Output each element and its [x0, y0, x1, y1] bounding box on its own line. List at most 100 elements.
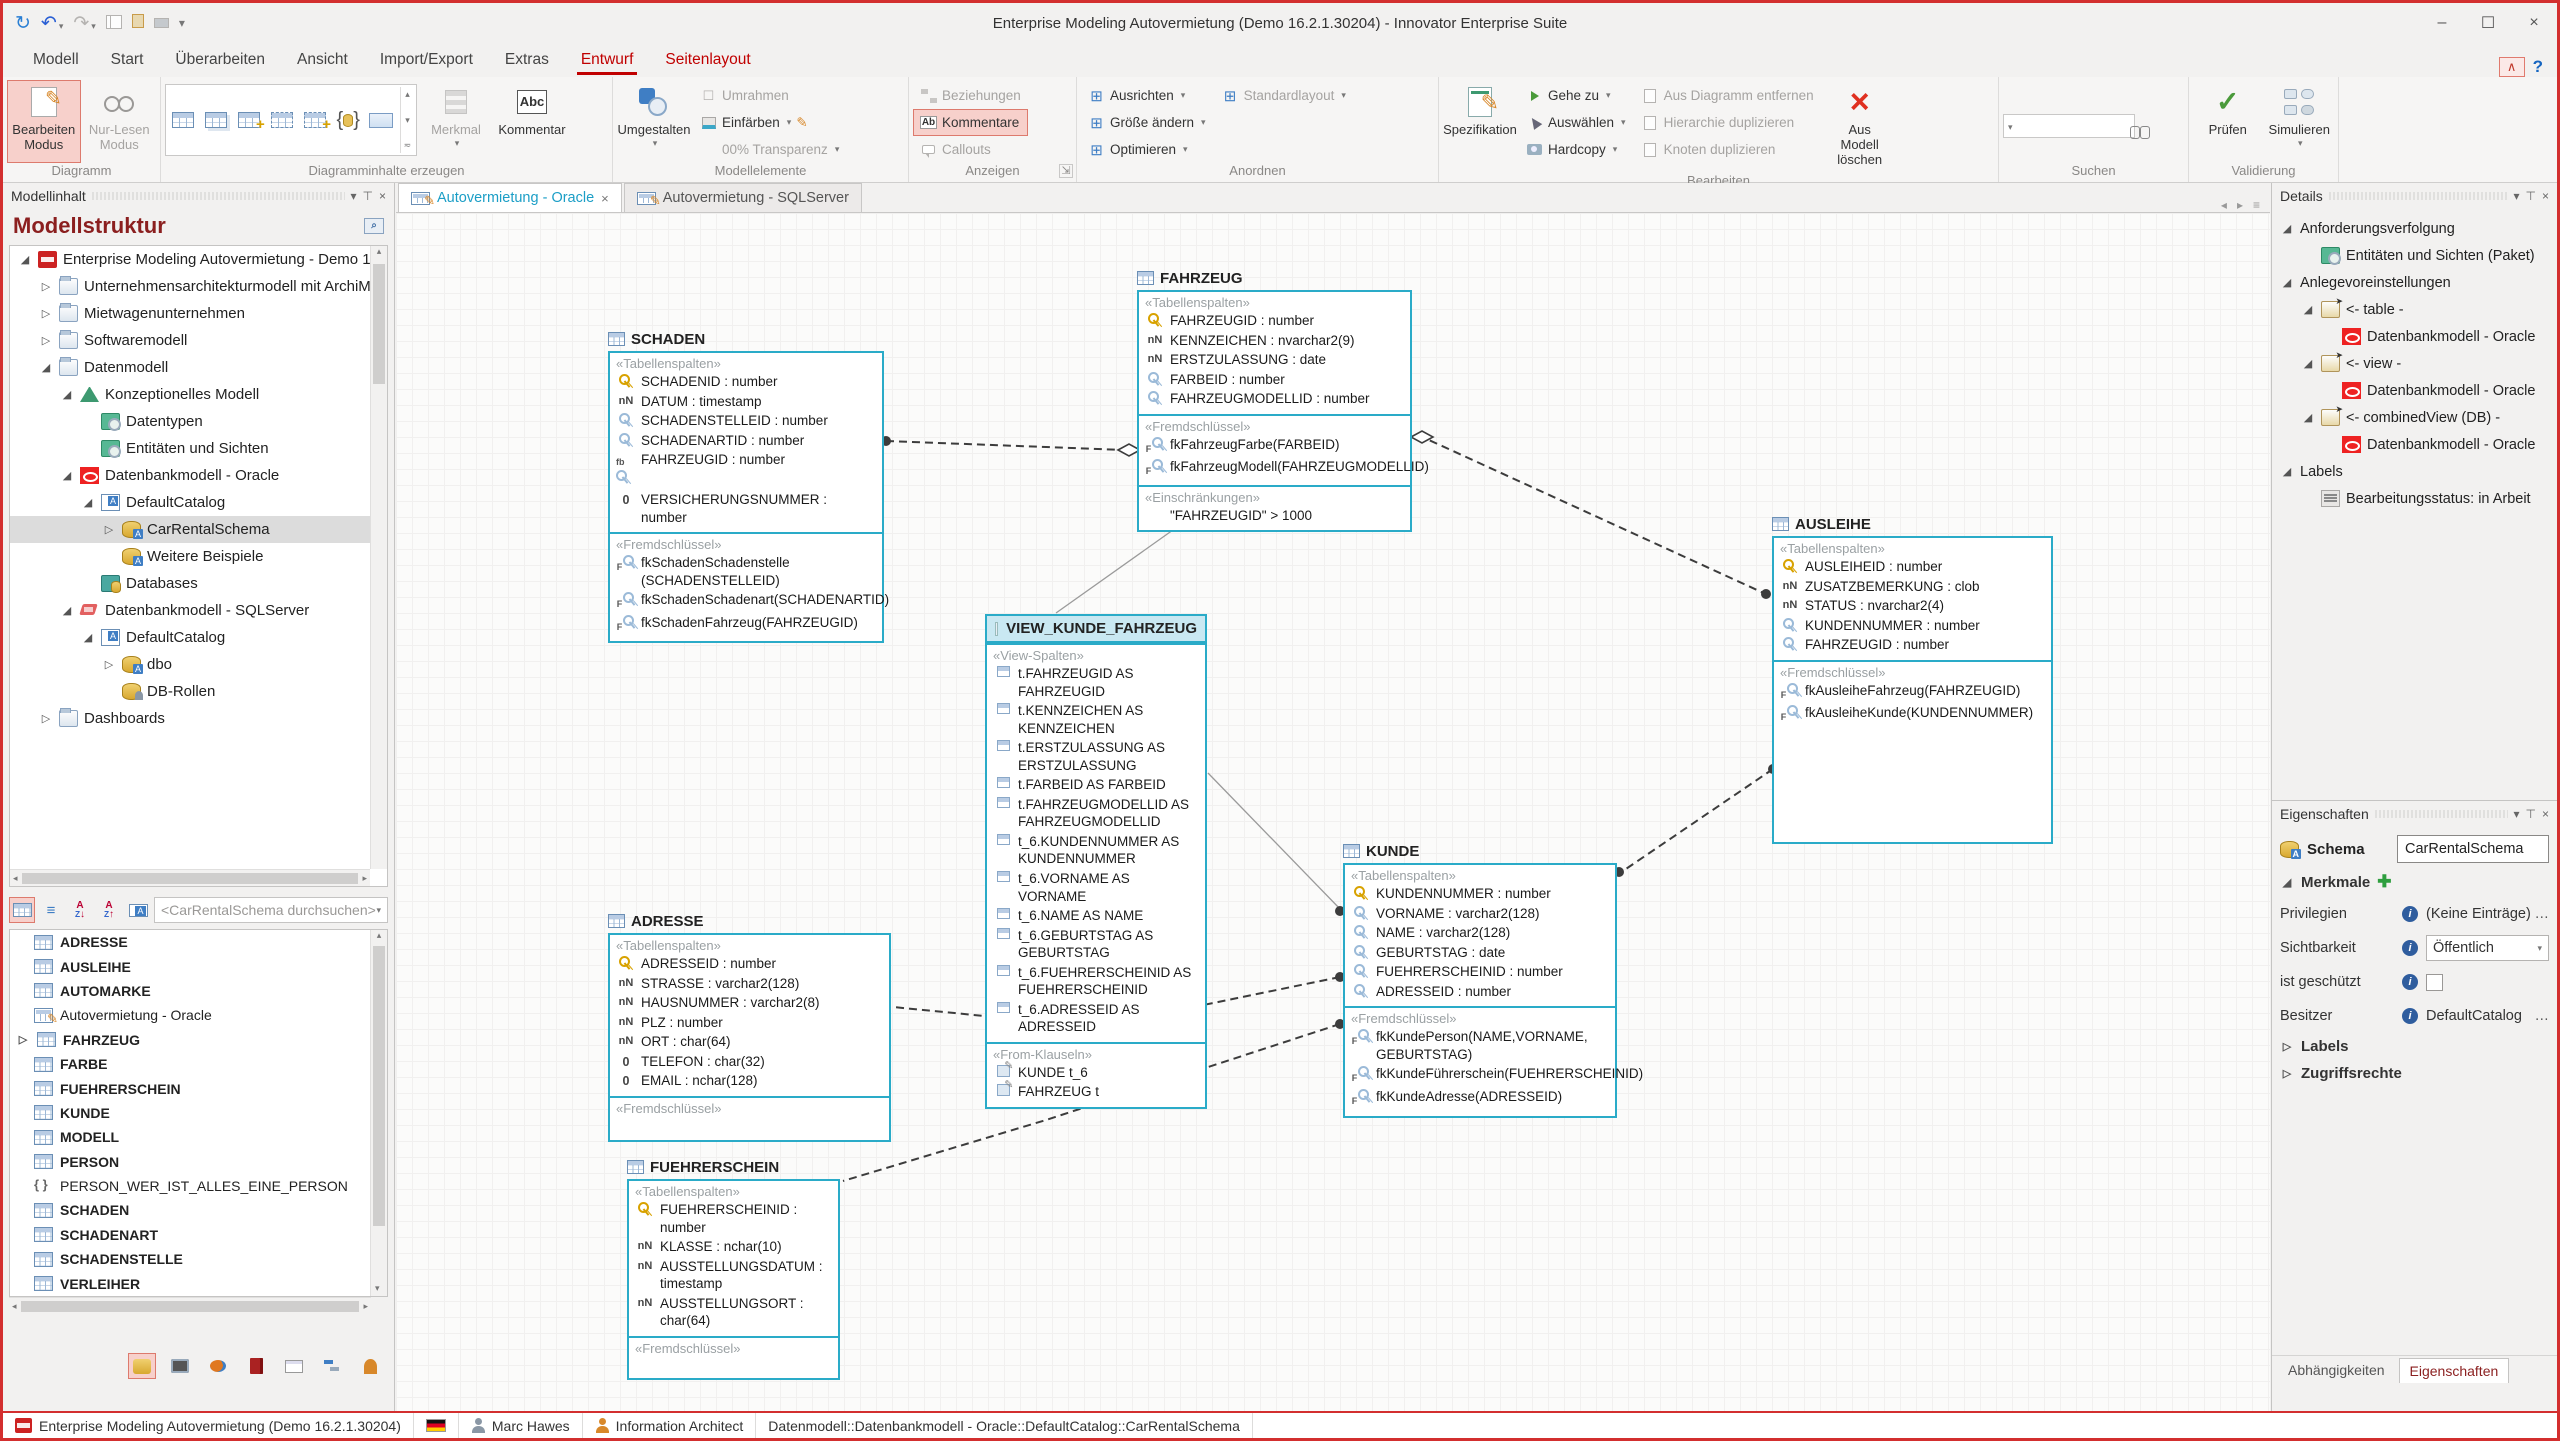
details-item-datenbankmodell-oracle[interactable]: Datenbankmodell - Oracle — [2272, 323, 2557, 350]
message-icon[interactable] — [280, 1353, 308, 1379]
list-item-schadenstelle[interactable]: SCHADENSTELLE — [10, 1247, 387, 1271]
paste-icon[interactable] — [132, 12, 144, 34]
table-row[interactable]: KUNDENNUMMER : number — [1780, 616, 2045, 636]
expander-icon[interactable]: ◢ — [60, 388, 74, 401]
panel-close-icon[interactable]: × — [379, 189, 386, 203]
list-item-automarke[interactable]: AUTOMARKE — [10, 979, 387, 1003]
expander-icon[interactable]: ◢ — [2301, 411, 2315, 424]
properties-close-icon[interactable]: × — [2542, 807, 2549, 821]
expander-icon[interactable]: ◢ — [81, 496, 95, 509]
table-row[interactable]: nNKLASSE : nchar(10) — [635, 1237, 832, 1257]
tree-item-dbo[interactable]: ▷dbo — [10, 651, 387, 678]
table-row[interactable]: nNZUSATZBEMERKUNG : clob — [1780, 577, 2045, 597]
print-icon[interactable] — [154, 12, 169, 34]
details-item-anforderungsverfolgung[interactable]: ◢Anforderungsverfolgung — [2272, 215, 2557, 242]
table-row[interactable]: t.FAHRZEUGID AS FAHRZEUGID — [993, 664, 1199, 701]
merkmale-section-header[interactable]: ◢ Merkmale ✚ — [2272, 867, 2557, 897]
gallery-item-braces[interactable]: {} — [334, 90, 363, 150]
tree-item-datentypen[interactable]: Datentypen — [10, 408, 387, 435]
diagram-content-gallery[interactable]: ++{}▴▾≂ — [165, 84, 417, 156]
undo-icon[interactable]: ↶▾ — [41, 12, 63, 35]
tree-item-db-rollen[interactable]: DB-Rollen — [10, 678, 387, 705]
table-row[interactable]: NAME : varchar2(128) — [1351, 923, 1609, 943]
details-item-view[interactable]: ◢<- view - — [2272, 350, 2557, 377]
qat-customize-icon[interactable]: ▾ — [179, 16, 185, 30]
property-checkbox[interactable] — [2426, 974, 2443, 991]
sort-az-desc-button[interactable]: AZ↓ — [67, 897, 93, 923]
details-item-labels[interactable]: ◢Labels — [2272, 458, 2557, 485]
table-row[interactable]: nNSTRASSE : varchar2(128) — [616, 974, 883, 994]
table-row[interactable]: 0TELEFON : char(32) — [616, 1052, 883, 1072]
tree-item-weitere-beispiele[interactable]: Weitere Beispiele — [10, 543, 387, 570]
panel-pin-icon[interactable]: ⊤ — [363, 189, 373, 203]
table-row[interactable]: AUSLEIHEID : number — [1780, 557, 2045, 577]
info-icon[interactable]: i — [2402, 906, 2418, 922]
callouts-button[interactable]: Callouts — [913, 136, 1028, 163]
list-vertical-scrollbar[interactable]: ▴▾ — [370, 930, 387, 1296]
table-row[interactable]: nNERSTZULASSUNG : date — [1145, 350, 1404, 370]
tree-view-button[interactable] — [9, 897, 35, 923]
details-item-datenbankmodell-oracle[interactable]: Datenbankmodell - Oracle — [2272, 431, 2557, 458]
diagram-table-fahrzeug[interactable]: FAHRZEUG«Tabellenspalten»FAHRZEUGID : nu… — [1137, 267, 1412, 532]
umrahmen-button[interactable]: ☐Umrahmen — [693, 82, 846, 109]
table-row[interactable]: "FAHRZEUGID" > 1000 — [1145, 506, 1404, 526]
tree-item-datenmodell[interactable]: ◢Datenmodell — [10, 354, 387, 381]
prüfen-button[interactable]: ✓Prüfen — [2193, 80, 2263, 163]
table-row[interactable]: t_6.NAME AS NAME — [993, 906, 1199, 926]
expander-icon[interactable]: ◢ — [2280, 222, 2294, 235]
maximize-button[interactable]: ☐ — [2465, 6, 2511, 40]
tree-item-unternehmensarchitekturmodell-mit-archimate[interactable]: ▷Unternehmensarchitekturmodell mit Archi… — [10, 273, 387, 300]
expander-icon[interactable]: ◢ — [2280, 276, 2294, 289]
expander-icon[interactable]: ◢ — [39, 361, 53, 374]
gallery-item-tblsel[interactable] — [267, 90, 296, 150]
menu-tab-import-export[interactable]: Import/Export — [364, 45, 489, 77]
list-view-button[interactable]: ≡ — [38, 897, 64, 923]
table-row[interactable]: nNORT : char(64) — [616, 1032, 883, 1052]
table-row[interactable]: t_6.ADRESSEID AS ADRESSEID — [993, 1000, 1199, 1037]
spezifikation-button[interactable]: Spezifikation — [1443, 80, 1517, 173]
table-row[interactable]: nNPLZ : number — [616, 1013, 883, 1033]
bottom-tab-abhängigkeiten[interactable]: Abhängigkeiten — [2278, 1358, 2395, 1383]
table-row[interactable]: SCHADENSTELLEID : number — [616, 411, 876, 431]
add-merkmal-icon[interactable]: ✚ — [2377, 872, 2391, 892]
menu-tab-überarbeiten[interactable]: Überarbeiten — [159, 45, 281, 77]
hierarchie-duplizieren-button[interactable]: Hierarchie duplizieren — [1635, 109, 1821, 136]
table-title[interactable]: ADRESSE — [608, 910, 891, 932]
list-item-farbe[interactable]: FARBE — [10, 1052, 387, 1076]
diagram-table-kunde[interactable]: KUNDE«Tabellenspalten»KUNDENNUMMER : num… — [1343, 840, 1617, 1118]
list-item-modell[interactable]: MODELL — [10, 1125, 387, 1149]
table-title[interactable]: FUEHRERSCHEIN — [627, 1156, 840, 1178]
properties-pin-icon[interactable]: ⊤ — [2526, 807, 2536, 821]
list-item-fuehrerschein[interactable]: FUEHRERSCHEIN — [10, 1076, 387, 1100]
bearbeiten-modus-button[interactable]: BearbeitenModus — [7, 80, 81, 163]
table-row[interactable]: SCHADENARTID : number — [616, 431, 876, 451]
aus-modell-löschen-button[interactable]: ×AusModelllöschen — [1823, 80, 1897, 173]
group-view-button[interactable] — [125, 897, 151, 923]
merkmal-button[interactable]: Merkmal▾ — [419, 80, 493, 163]
gehe-zu-button[interactable]: Gehe zu▾ — [1519, 82, 1633, 109]
table-row[interactable]: VORNAME : varchar2(128) — [1351, 904, 1609, 924]
diagram-table-schaden[interactable]: SCHADEN«Tabellenspalten»SCHADENID : numb… — [608, 328, 884, 643]
menu-tab-extras[interactable]: Extras — [489, 45, 565, 77]
list-item-fahrzeug[interactable]: ▷FAHRZEUG — [10, 1028, 387, 1052]
expander-icon[interactable]: ◢ — [2280, 465, 2294, 478]
gallery-item-tbl[interactable] — [168, 90, 197, 150]
table-title[interactable]: SCHADEN — [608, 328, 884, 350]
table-row[interactable]: t_6.VORNAME AS VORNAME — [993, 869, 1199, 906]
schema-search-input[interactable]: <CarRentalSchema durchsuchen> ▾ — [154, 897, 388, 923]
expander-icon[interactable]: ▷ — [39, 280, 53, 293]
tree-item-entitäten-und-sichten[interactable]: Entitäten und Sichten — [10, 435, 387, 462]
tree-item-carrentalschema[interactable]: ▷CarRentalSchema — [10, 516, 387, 543]
tree-item-databases[interactable]: Databases — [10, 570, 387, 597]
copy-icon[interactable] — [106, 12, 122, 35]
knoten-duplizieren-button[interactable]: Knoten duplizieren — [1635, 136, 1821, 163]
expander-icon[interactable]: ◢ — [2301, 303, 2315, 316]
table-row[interactable]: FfkKundeFührerschein(FUEHRERSCHEINID) — [1351, 1064, 1609, 1087]
menu-tab-modell[interactable]: Modell — [17, 45, 95, 77]
table-row[interactable]: nNKENNZEICHEN : nvarchar2(9) — [1145, 331, 1404, 351]
list-item-adresse[interactable]: ADRESSE — [10, 930, 387, 954]
list-item-schadenart[interactable]: SCHADENART — [10, 1223, 387, 1247]
umgestalten-button[interactable]: Umgestalten▾ — [617, 80, 691, 163]
expander-icon[interactable]: ▷ — [16, 1033, 30, 1046]
table-row[interactable]: 0VERSICHERUNGSNUMMER : number — [616, 490, 876, 527]
